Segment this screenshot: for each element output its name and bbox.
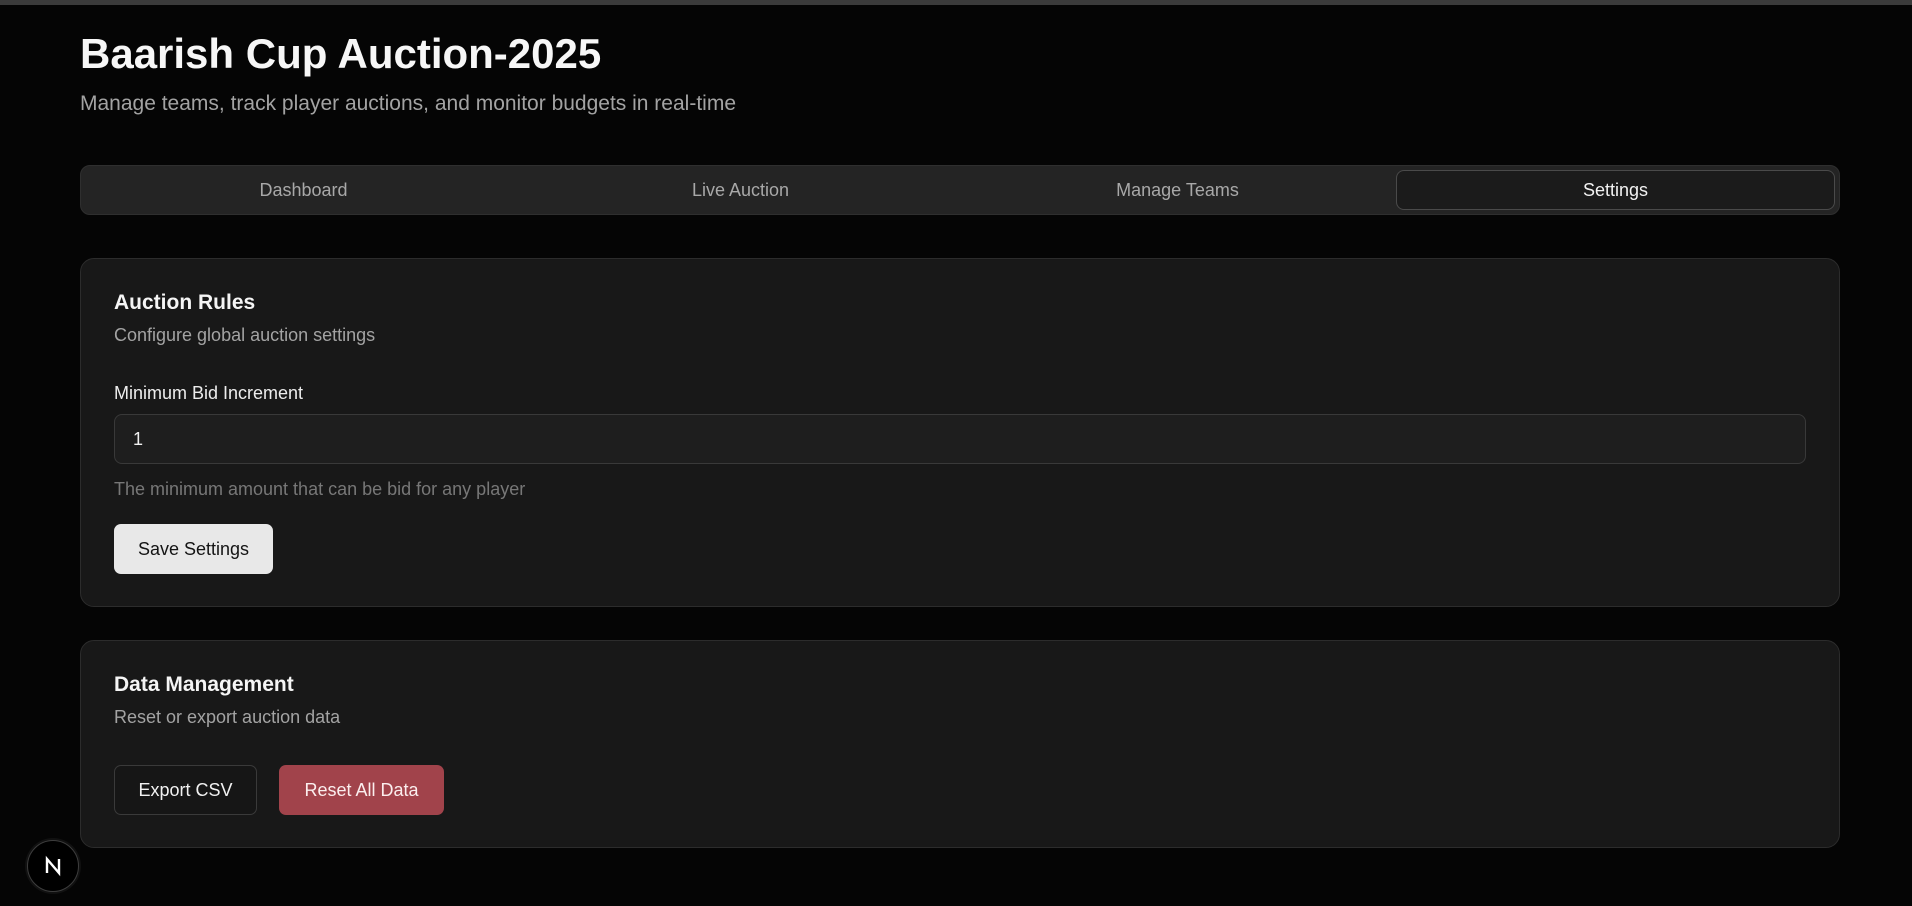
auction-rules-title: Auction Rules [114,291,256,314]
data-management-description: Reset or export auction data [114,707,341,727]
tab-dashboard[interactable]: Dashboard [85,170,522,210]
save-settings-button[interactable]: Save Settings [114,524,273,574]
data-management-card: Data Management Reset or export auction … [80,640,1840,848]
export-csv-button[interactable]: Export CSV [114,765,257,815]
tab-live-auction[interactable]: Live Auction [522,170,959,210]
tab-manage-teams[interactable]: Manage Teams [959,170,1396,210]
auction-rules-description: Configure global auction settings [114,325,376,345]
data-management-title: Data Management [114,673,294,696]
auction-rules-card: Auction Rules Configure global auction s… [80,258,1840,607]
reset-all-data-button[interactable]: Reset All Data [279,765,444,815]
min-bid-input[interactable] [114,414,1806,464]
min-bid-help-text: The minimum amount that can be bid for a… [114,479,526,499]
nextjs-logo-icon [45,855,61,877]
nextjs-dev-badge[interactable] [27,840,79,892]
top-border [0,0,1912,5]
page-title: Baarish Cup Auction-2025 [80,30,602,77]
page-subtitle: Manage teams, track player auctions, and… [80,92,736,115]
tab-settings[interactable]: Settings [1396,170,1835,210]
tab-bar: Dashboard Live Auction Manage Teams Sett… [80,165,1840,215]
min-bid-label: Minimum Bid Increment [114,383,304,403]
